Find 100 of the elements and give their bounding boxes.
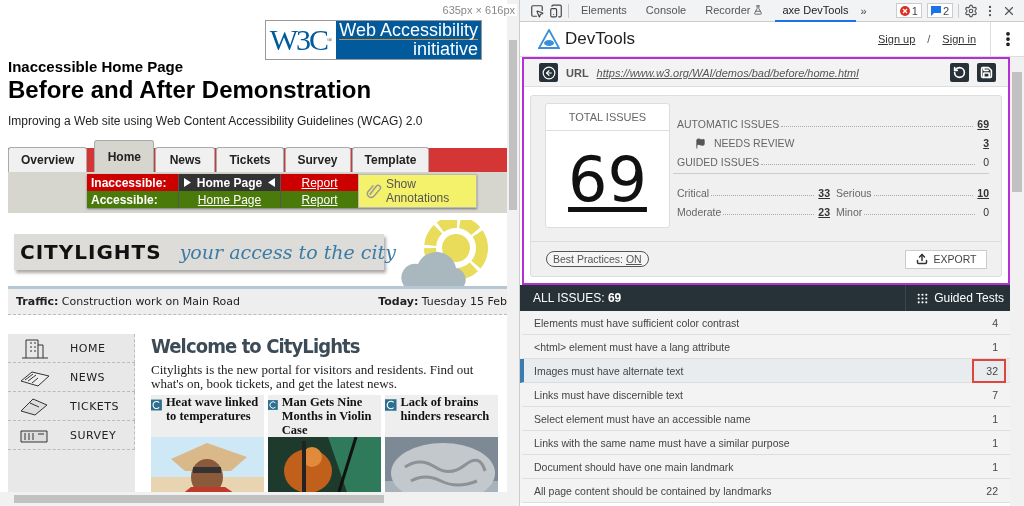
severity-count: 0	[982, 206, 989, 218]
page-tab[interactable]: Tickets	[216, 147, 284, 172]
issue-count: 32	[974, 360, 1004, 381]
page-title: Before and After Demonstration	[8, 76, 373, 104]
url-label: URL	[566, 66, 589, 79]
message-icon	[930, 5, 941, 16]
issue-count: 1	[991, 339, 999, 355]
sidebar-nav-item[interactable]: NEWS	[8, 363, 135, 392]
paperclip-icon	[365, 182, 382, 200]
traffic-notice: Traffic: Construction work on Main Road	[16, 295, 241, 308]
devtools-tab[interactable]: Recorder	[698, 0, 771, 22]
issue-title: Elements must have sufficient color contrast	[534, 316, 740, 329]
severity-label: Moderate	[677, 206, 722, 218]
export-button[interactable]: EXPORT	[905, 249, 987, 269]
refresh-icon	[953, 66, 966, 79]
right-triangle-icon	[183, 178, 191, 187]
issue-row[interactable]: Select element must have an accessible name 1	[520, 407, 1010, 431]
welcome-heading: Welcome to CityLights	[151, 334, 361, 358]
issue-row[interactable]: Elements must have sufficient color contrast 4	[520, 311, 1010, 335]
stat-label: NEEDS REVIEW	[714, 137, 795, 149]
message-count-badge[interactable]: 2	[926, 3, 953, 18]
stat-count-link[interactable]: 3	[979, 137, 989, 149]
issue-count: 22	[985, 483, 999, 499]
issue-title: All page content should be contained by landmarks	[534, 484, 772, 497]
issue-count: 1	[991, 411, 999, 427]
devtools-tab[interactable]: Console	[638, 0, 694, 22]
sign-in-link[interactable]: Sign in	[942, 33, 976, 45]
page-tab[interactable]: Home	[94, 140, 155, 172]
severity-label: Minor	[836, 206, 863, 218]
intro-paragraph: Citylights is the new portal for visitors and residents. Find out what's on, book tickets, and get the latest news.	[151, 363, 475, 391]
viewport-size-label: 635px × 616px	[440, 4, 517, 16]
issue-row[interactable]: Links with the same name must have a similar purpose 1	[520, 431, 1010, 455]
device-toolbar-icon[interactable]	[549, 3, 563, 18]
error-icon	[899, 5, 910, 16]
severity-count-link[interactable]: 10	[977, 187, 989, 199]
link-separator: /	[927, 33, 931, 45]
axe-logo-icon	[538, 29, 560, 49]
sun-cloud-icon	[398, 220, 490, 286]
citylights-brand: CITYLIGHTS	[20, 239, 162, 264]
stat-count-link[interactable]: 69	[977, 118, 989, 130]
best-practices-toggle[interactable]: Best Practices: ON	[546, 251, 649, 267]
axe-brand: DevTools	[565, 29, 636, 49]
stat-label: AUTOMATIC ISSUES	[677, 118, 780, 130]
issue-title: Select element must have an accessible name	[534, 412, 751, 425]
panel-scrollbar[interactable]	[1010, 57, 1024, 506]
sidebar-nav-item[interactable]: TICKETS	[8, 392, 135, 421]
flag-icon	[695, 138, 706, 149]
issue-count: 7	[991, 387, 999, 403]
all-issues-count: ALL ISSUES: 69	[532, 291, 623, 305]
page-tab[interactable]: Template	[351, 147, 430, 172]
upload-icon	[915, 253, 928, 265]
page-tab[interactable]: Survey	[284, 147, 351, 172]
issue-row[interactable]: Document should have one main landmark 1	[520, 455, 1010, 479]
save-button[interactable]	[977, 63, 996, 82]
stat-label: GUIDED ISSUES	[677, 156, 760, 168]
version-label: Accessible:	[87, 191, 178, 208]
url-link[interactable]: https://www.w3.org/WAI/demos/bad/before/home.html	[596, 66, 942, 79]
rescan-button[interactable]	[950, 63, 969, 82]
devtools-tab[interactable]: axe DevTools	[775, 0, 856, 22]
horizontal-scrollbar[interactable]	[0, 492, 519, 506]
issue-title: Document should have one main landmark	[534, 460, 734, 473]
issue-row[interactable]: <html> element must have a lang attribute 1	[520, 335, 1010, 359]
severity-count-link[interactable]: 33	[818, 187, 830, 199]
sign-up-link[interactable]: Sign up	[878, 33, 916, 45]
issue-title: Links must have discernible text	[534, 388, 683, 401]
severity-label: Critical	[677, 187, 710, 199]
stat-count: 0	[982, 156, 989, 168]
issue-title: <html> element must have a lang attribute	[534, 340, 731, 353]
today-date: Today: Tuesday 15 Feb	[378, 295, 507, 308]
sidebar-nav-item[interactable]: SURVEY	[8, 421, 135, 450]
flask-icon	[753, 4, 764, 15]
issue-title: Images must have alternate text	[534, 364, 684, 377]
severity-count-link[interactable]: 23	[818, 206, 830, 218]
back-button[interactable]	[539, 63, 558, 82]
show-annotations-button[interactable]: Show Annotations	[358, 174, 477, 208]
total-issues-label: TOTAL ISSUES	[546, 104, 669, 131]
settings-icon[interactable]	[964, 3, 978, 18]
page-kicker: Inaccessible Home Page	[8, 58, 185, 75]
issue-row[interactable]: All page content should be contained by landmarks 22	[520, 479, 1010, 503]
error-count-badge[interactable]: 1	[895, 3, 922, 18]
issue-count: 1	[991, 459, 999, 475]
inspect-icon[interactable]	[530, 3, 544, 18]
page-subtitle: Improving a Web site using Web Content Accessibility Guidelines (WCAG) 2.0	[8, 114, 424, 128]
total-issues-count[interactable]: 69	[546, 131, 669, 227]
save-icon	[980, 66, 993, 79]
issue-row[interactable]: Images must have alternate text 32	[520, 359, 1010, 383]
issue-count: 4	[991, 315, 999, 331]
issue-row[interactable]: Links must have discernible text 7	[520, 383, 1010, 407]
severity-label: Serious	[836, 187, 872, 199]
page-tab[interactable]: News	[155, 147, 216, 172]
citylights-tagline: your access to the city	[179, 240, 396, 263]
devtools-tab[interactable]: Elements	[574, 0, 634, 22]
more-tabs-button[interactable]: »	[860, 4, 867, 17]
issue-title: Links with the same name must have a similar purpose	[534, 436, 790, 449]
left-triangle-icon	[268, 178, 276, 187]
sidebar-nav-item[interactable]: HOME	[8, 334, 135, 363]
issue-count: 1	[991, 435, 999, 451]
grid-icon	[916, 291, 930, 305]
page-tab[interactable]: Overview	[8, 147, 88, 172]
version-label: Inaccessible:	[87, 174, 178, 191]
